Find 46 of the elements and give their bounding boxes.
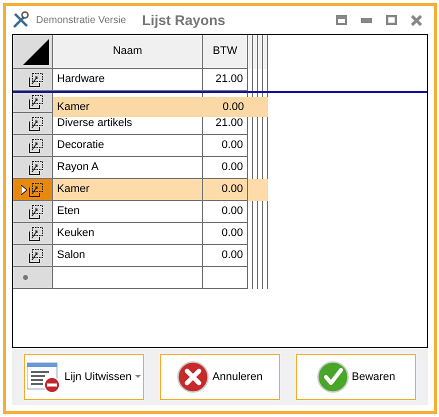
edit-row-icon: [28, 72, 44, 86]
table-cell: Decoratie: [53, 135, 203, 157]
row-header[interactable]: [13, 69, 53, 91]
tools-icon: [12, 11, 30, 29]
row-header[interactable]: [13, 223, 53, 245]
edit-row-icon: [28, 160, 44, 174]
selected-row-filler: [248, 179, 268, 201]
new-row-icon: [23, 275, 28, 280]
row-header[interactable]: [13, 245, 53, 267]
select-all-corner[interactable]: [13, 35, 53, 69]
minimize-icon[interactable]: [361, 18, 372, 22]
row-header[interactable]: [13, 113, 53, 135]
edit-row-icon: [28, 226, 44, 240]
save-button[interactable]: Bewaren: [296, 354, 416, 400]
column-header[interactable]: Naam: [53, 35, 203, 69]
edit-row-icon: [28, 248, 44, 262]
maximize-icon[interactable]: [386, 15, 397, 25]
cancel-icon: [177, 361, 210, 393]
table-cell: 0.00: [203, 179, 248, 201]
drag-preview-name: Kamer: [56, 100, 90, 115]
column-header[interactable]: BTW: [203, 35, 248, 69]
table-cell: Salon: [53, 245, 203, 267]
window-title: Lijst Rayons: [142, 10, 226, 30]
table-cell: Keuken: [53, 223, 203, 245]
close-icon[interactable]: [411, 14, 422, 26]
edit-row-icon: [28, 116, 44, 130]
list-delete-icon: [27, 361, 62, 393]
edit-row-icon: [28, 94, 44, 108]
row-header[interactable]: [13, 135, 53, 157]
restore-icon[interactable]: [336, 15, 347, 25]
current-row-icon: [21, 184, 27, 194]
corner-triangle-icon: [23, 39, 49, 65]
row-header[interactable]: [13, 179, 53, 201]
window-subtitle: Demonstratie Versie: [36, 14, 126, 28]
row-header[interactable]: [13, 91, 53, 113]
delete-line-button[interactable]: Lijn Uitwissen: [24, 354, 144, 400]
edit-row-icon: [28, 138, 44, 152]
checkmark-icon: [316, 361, 349, 393]
table-cell: Kamer: [53, 179, 203, 201]
edit-row-icon: [28, 182, 44, 196]
edit-row-icon: [28, 204, 44, 218]
table-cell: Eten: [53, 201, 203, 223]
drag-preview-btw: 0.00: [222, 100, 245, 115]
row-header[interactable]: [13, 201, 53, 223]
row-header[interactable]: [13, 157, 53, 179]
cancel-button[interactable]: Annuleren: [160, 354, 280, 400]
